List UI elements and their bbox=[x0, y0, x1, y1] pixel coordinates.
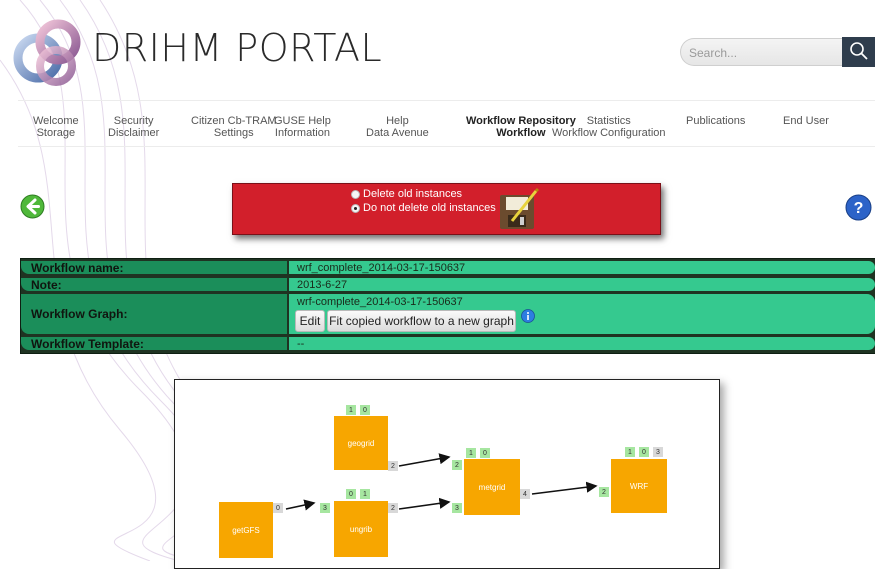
nav-divider-top bbox=[18, 100, 875, 101]
node-metgrid[interactable]: metgrid bbox=[464, 459, 520, 515]
port-ungrib-in: 3 bbox=[320, 503, 330, 513]
nav-item-statistics[interactable]: Statistics Workflow Configuration bbox=[552, 115, 666, 139]
note-row: Note: 2013-6-27 bbox=[21, 278, 875, 292]
port-wrf-top-2: 0 bbox=[639, 447, 649, 457]
nav-item-end-user[interactable]: End User bbox=[783, 115, 829, 127]
port-geogrid-in-2: 0 bbox=[360, 405, 370, 415]
search-icon bbox=[850, 42, 868, 60]
keep-old-label: Do not delete old instances bbox=[363, 202, 496, 214]
port-metgrid-top-1: 1 bbox=[466, 448, 476, 458]
info-icon[interactable] bbox=[521, 309, 535, 323]
workflow-name-label: Workflow name: bbox=[21, 261, 287, 275]
nav-divider-bottom bbox=[18, 146, 875, 147]
help-icon[interactable]: ? bbox=[845, 194, 872, 221]
port-wrf-top-1: 1 bbox=[625, 447, 635, 457]
delete-old-option[interactable]: Delete old instances bbox=[351, 188, 462, 200]
workflow-info-table: Workflow name: wrf_complete_2014-03-17-1… bbox=[20, 258, 875, 354]
save-disk-icon[interactable] bbox=[498, 187, 540, 231]
port-metgrid-top-2: 0 bbox=[480, 448, 490, 458]
search-input[interactable]: Search... bbox=[680, 38, 842, 66]
edit-button[interactable]: Edit bbox=[295, 310, 325, 332]
workflow-graph-label: Workflow Graph: bbox=[21, 294, 287, 334]
workflow-template-label: Workflow Template: bbox=[21, 337, 287, 351]
search-button[interactable] bbox=[842, 37, 875, 67]
node-ungrib[interactable]: ungrib bbox=[334, 501, 388, 557]
nav-item-welcome[interactable]: Welcome Storage bbox=[33, 115, 79, 139]
workflow-name-value: wrf_complete_2014-03-17-150637 bbox=[289, 261, 875, 274]
workflow-template-row: Workflow Template: -- bbox=[21, 337, 875, 351]
nav-item-security[interactable]: Security Disclaimer bbox=[108, 115, 159, 139]
workflow-name-row: Workflow name: wrf_complete_2014-03-17-1… bbox=[21, 261, 875, 275]
port-wrf-top-3: 3 bbox=[653, 447, 663, 457]
port-geogrid-out: 2 bbox=[388, 461, 398, 471]
drihm-logo bbox=[13, 19, 81, 86]
nav-item-help[interactable]: Help Data Avenue bbox=[366, 115, 429, 139]
port-ungrib-top-2: 1 bbox=[360, 489, 370, 499]
node-getgfs[interactable]: getGFS bbox=[219, 502, 273, 558]
note-label: Note: bbox=[21, 278, 287, 292]
port-getgfs-out: 0 bbox=[273, 503, 283, 513]
keep-old-radio[interactable] bbox=[351, 203, 360, 213]
node-wrf[interactable]: WRF bbox=[611, 459, 667, 513]
fit-graph-button[interactable]: Fit copied workflow to a new graph bbox=[327, 310, 516, 332]
port-ungrib-out: 2 bbox=[388, 503, 398, 513]
back-arrow-icon[interactable] bbox=[20, 194, 45, 219]
nav-item-citizen[interactable]: Citizen Cb-TRAM Settings bbox=[191, 115, 277, 139]
workflow-graph-value: wrf-complete_2014-03-17-150637 bbox=[297, 296, 463, 308]
svg-text:?: ? bbox=[854, 200, 864, 217]
port-metgrid-in-2: 3 bbox=[452, 503, 462, 513]
delete-old-label: Delete old instances bbox=[363, 188, 463, 200]
note-value: 2013-6-27 bbox=[289, 278, 875, 291]
port-metgrid-in-1: 2 bbox=[452, 460, 462, 470]
portal-title: DRIHM PORTAL bbox=[92, 26, 383, 70]
delete-old-radio[interactable] bbox=[351, 189, 360, 199]
nav-item-guse-help[interactable]: GUSE Help Information bbox=[274, 115, 331, 139]
port-geogrid-in-1: 1 bbox=[346, 405, 356, 415]
port-ungrib-top-1: 0 bbox=[346, 489, 356, 499]
port-metgrid-out: 4 bbox=[520, 489, 530, 499]
keep-old-option[interactable]: Do not delete old instances bbox=[351, 202, 496, 214]
port-wrf-in: 2 bbox=[599, 487, 609, 497]
nav-item-publications[interactable]: Publications bbox=[686, 115, 745, 127]
node-geogrid[interactable]: geogrid bbox=[334, 416, 388, 470]
workflow-template-value: -- bbox=[289, 337, 875, 350]
